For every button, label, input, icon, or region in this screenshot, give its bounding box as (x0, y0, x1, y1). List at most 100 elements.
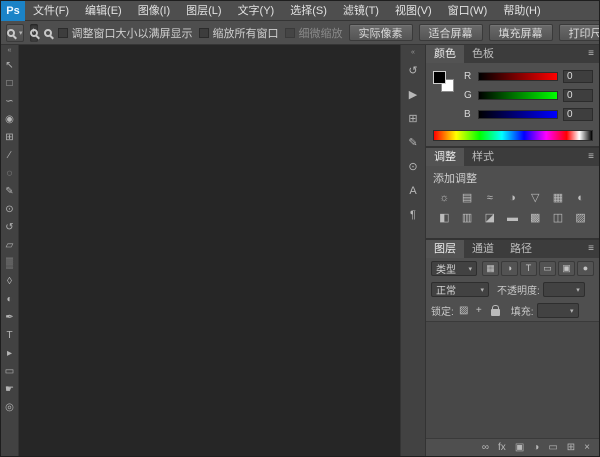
zoom-tool-icon[interactable]: ◎ (2, 401, 18, 415)
menu-item[interactable]: 视图(V) (387, 1, 440, 21)
lock-transparent-pixels-icon[interactable]: ▨ (457, 304, 471, 318)
menu-item[interactable]: 滤镜(T) (335, 1, 387, 21)
menu-item[interactable]: 图层(L) (178, 1, 229, 21)
fill-screen-button[interactable]: 填充屏幕 (489, 24, 553, 41)
crop-tool-icon[interactable]: ⊞ (2, 131, 18, 145)
zoom-all-windows-checkbox[interactable]: 缩放所有窗口 (199, 25, 279, 41)
threshold-icon[interactable]: ▨ (569, 211, 592, 226)
actual-pixels-button[interactable]: 实际像素 (349, 24, 413, 41)
tab-layers[interactable]: 图层 (426, 240, 464, 258)
color-lookup-icon[interactable]: ▬ (501, 211, 524, 226)
blur-tool-icon[interactable]: ◊ (2, 275, 18, 289)
hand-tool-icon[interactable]: ☛ (2, 383, 18, 397)
menu-item[interactable]: 窗口(W) (440, 1, 496, 21)
marquee-tool-icon[interactable]: □ (2, 77, 18, 91)
tab-channels[interactable]: 通道 (464, 240, 502, 258)
tab-swatches[interactable]: 色板 (464, 45, 502, 63)
type-tool-icon[interactable]: T (2, 329, 18, 343)
properties-panel-icon[interactable]: ⊞ (408, 113, 417, 126)
expand-panels-icon[interactable]: « (411, 49, 415, 57)
green-slider[interactable] (478, 91, 558, 100)
tab-paths[interactable]: 路径 (502, 240, 540, 258)
posterize-icon[interactable]: ◫ (547, 211, 570, 226)
gradient-tool-icon[interactable]: ▒ (2, 257, 18, 271)
menu-item[interactable]: 选择(S) (282, 1, 335, 21)
actions-panel-icon[interactable]: ▶ (409, 89, 417, 102)
tab-color[interactable]: 颜色 (426, 45, 464, 63)
filter-pixel-layers-icon[interactable]: ▦ (482, 261, 499, 276)
filter-adjustment-layers-icon[interactable]: ◑ (501, 261, 518, 276)
shape-tool-icon[interactable]: ▭ (2, 365, 18, 379)
filter-smart-objects-icon[interactable]: ▣ (558, 261, 575, 276)
photo-filter-icon[interactable]: ▥ (456, 211, 479, 226)
paragraph-panel-icon[interactable]: ¶ (410, 209, 416, 222)
lock-position-icon[interactable]: + (472, 304, 486, 318)
print-size-button[interactable]: 打印尺寸 (559, 24, 600, 41)
hue-saturation-icon[interactable]: ▦ (547, 191, 570, 206)
healing-brush-tool-icon[interactable]: ◌ (2, 167, 18, 181)
clone-source-panel-icon[interactable]: ⊙ (408, 161, 417, 174)
tab-adjustments[interactable]: 调整 (426, 148, 464, 166)
layer-style-icon[interactable]: fx (498, 440, 506, 456)
path-selection-tool-icon[interactable]: ▸ (2, 347, 18, 361)
move-tool-icon[interactable]: ↖ (2, 59, 18, 73)
exposure-icon[interactable]: ◑ (501, 191, 524, 206)
filter-type-layers-icon[interactable]: T (520, 261, 537, 276)
filter-toggle-icon[interactable]: ● (577, 261, 594, 276)
tab-styles[interactable]: 样式 (464, 148, 502, 166)
delete-layer-icon[interactable]: × (584, 440, 590, 456)
green-value-field[interactable]: 0 (563, 89, 593, 102)
color-balance-icon[interactable]: ◐ (569, 191, 592, 206)
foreground-color-swatch[interactable] (433, 71, 446, 84)
clone-stamp-tool-icon[interactable]: ⊙ (2, 203, 18, 217)
layer-group-icon[interactable]: ▭ (548, 440, 557, 456)
zoom-out-button[interactable]: − (44, 24, 52, 42)
new-layer-icon[interactable]: ⊞ (567, 440, 575, 456)
menu-item[interactable]: 文件(F) (25, 1, 77, 21)
curves-icon[interactable]: ≈ (478, 191, 501, 206)
blend-mode-select[interactable]: 正常 ▾ (431, 282, 489, 297)
dodge-tool-icon[interactable]: ◐ (2, 293, 18, 307)
pen-tool-icon[interactable]: ✒ (2, 311, 18, 325)
brightness-contrast-icon[interactable]: ☼ (433, 191, 456, 206)
panel-menu-icon[interactable]: ≡ (583, 240, 599, 258)
red-slider[interactable] (478, 72, 558, 81)
blue-value-field[interactable]: 0 (563, 108, 593, 121)
menu-item[interactable]: 帮助(H) (495, 1, 548, 21)
character-panel-icon[interactable]: A (409, 185, 416, 198)
blue-slider[interactable] (478, 110, 558, 119)
red-value-field[interactable]: 0 (563, 70, 593, 83)
lasso-tool-icon[interactable]: ∽ (2, 95, 18, 109)
menu-item[interactable]: 图像(I) (130, 1, 178, 21)
opacity-select[interactable]: ▾ (543, 282, 585, 297)
layer-mask-icon[interactable]: ▣ (515, 440, 524, 456)
menu-item[interactable]: 编辑(E) (77, 1, 130, 21)
resize-windows-checkbox[interactable]: 调整窗口大小以满屏显示 (58, 25, 193, 41)
filter-shape-layers-icon[interactable]: ▭ (539, 261, 556, 276)
zoom-in-button[interactable]: + (30, 24, 38, 42)
fill-select[interactable]: ▾ (537, 303, 579, 318)
link-layers-icon[interactable]: ∞ (482, 440, 489, 456)
eyedropper-tool-icon[interactable]: ∕ (2, 149, 18, 163)
filter-kind-select[interactable]: 类型 ▾ (431, 261, 477, 276)
brush-tool-icon[interactable]: ✎ (2, 185, 18, 199)
adjustment-layer-icon[interactable]: ◑ (533, 440, 539, 456)
quick-selection-tool-icon[interactable]: ◉ (2, 113, 18, 127)
zoom-tool-preset[interactable]: ▾ (6, 24, 24, 42)
menu-item[interactable]: 文字(Y) (230, 1, 283, 21)
fit-screen-button[interactable]: 适合屏幕 (419, 24, 483, 41)
color-ramp[interactable] (433, 130, 593, 141)
eraser-tool-icon[interactable]: ▱ (2, 239, 18, 253)
panel-menu-icon[interactable]: ≡ (583, 148, 599, 166)
invert-icon[interactable]: ▩ (524, 211, 547, 226)
panel-menu-icon[interactable]: ≡ (583, 45, 599, 63)
history-brush-tool-icon[interactable]: ↺ (2, 221, 18, 235)
vibrance-icon[interactable]: ▽ (524, 191, 547, 206)
lock-all-icon[interactable] (489, 304, 503, 318)
brush-panel-icon[interactable]: ✎ (408, 137, 417, 150)
collapse-toolbar-icon[interactable]: « (8, 47, 12, 55)
channel-mixer-icon[interactable]: ◪ (478, 211, 501, 226)
levels-icon[interactable]: ▤ (456, 191, 479, 206)
history-panel-icon[interactable]: ↺ (408, 65, 417, 78)
black-white-icon[interactable]: ◧ (433, 211, 456, 226)
